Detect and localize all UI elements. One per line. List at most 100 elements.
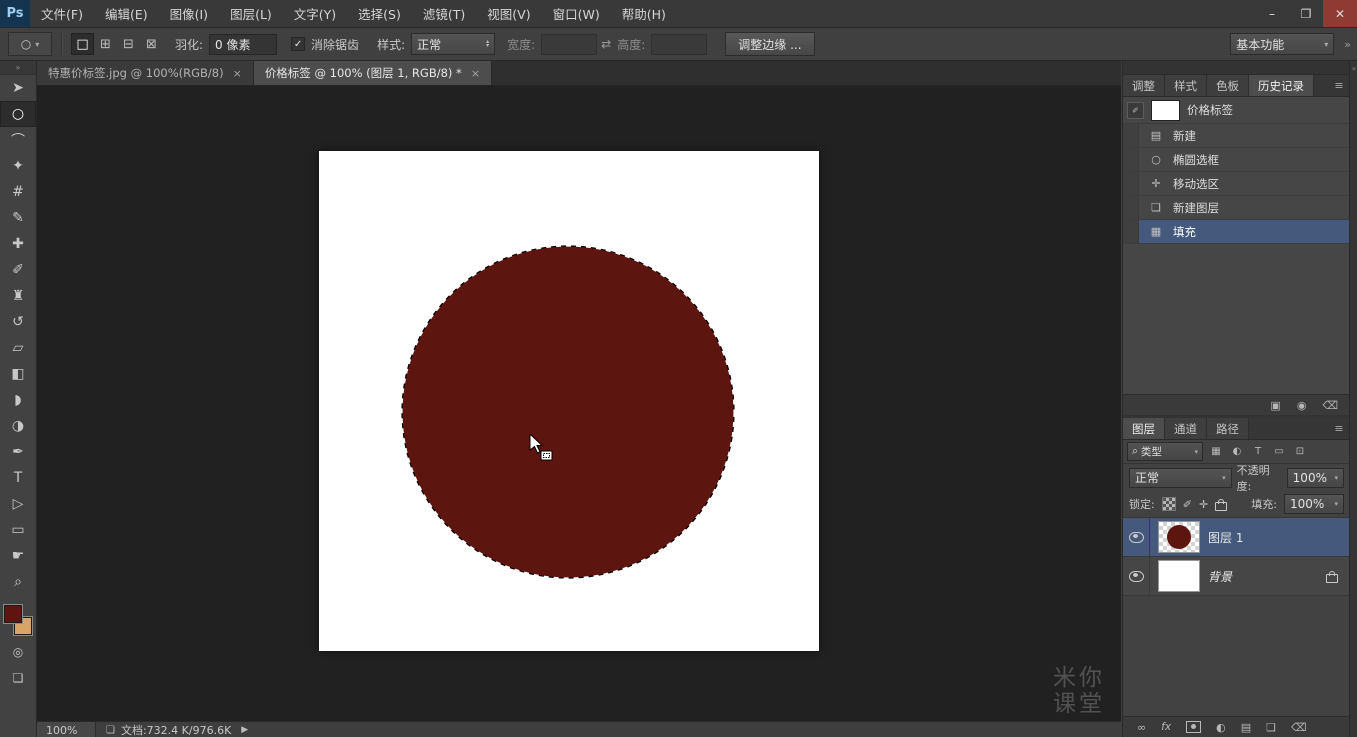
toolbar-collapse-icon[interactable]: » xyxy=(0,61,36,75)
document-tab-active[interactable]: 价格标签 @ 100% (图层 1, RGB/8) * × xyxy=(254,61,492,85)
layer-thumbnail[interactable] xyxy=(1158,521,1200,553)
lock-pixels-icon[interactable]: ✐ xyxy=(1183,498,1192,511)
history-source-checkbox[interactable] xyxy=(1123,220,1139,243)
quick-mask-button[interactable]: ◎ xyxy=(0,639,36,665)
menu-type[interactable]: 文字(Y) xyxy=(283,0,347,27)
history-source-checkbox[interactable] xyxy=(1123,172,1139,195)
layer-style-icon[interactable]: fx xyxy=(1161,721,1171,733)
tab-close-icon[interactable]: × xyxy=(471,67,480,80)
tab-layers[interactable]: 图层 xyxy=(1123,418,1165,439)
panel-menu-icon[interactable]: ≡ xyxy=(1328,418,1350,439)
tool-zoom[interactable]: ⌕ xyxy=(0,569,36,595)
foreground-color-swatch[interactable] xyxy=(4,605,22,623)
history-step-new[interactable]: ▤ 新建 xyxy=(1123,124,1350,148)
history-step-fill[interactable]: ▦ 填充 xyxy=(1123,220,1350,244)
style-dropdown[interactable]: 正常 ▴▾ xyxy=(411,33,495,55)
layer-name[interactable]: 背景 xyxy=(1208,568,1232,585)
tool-history-brush[interactable]: ↺ xyxy=(0,309,36,335)
panel-menu-icon[interactable]: ≡ xyxy=(1328,75,1350,96)
filter-shape-layers-icon[interactable]: ▭ xyxy=(1271,446,1287,457)
lock-transparency-icon[interactable] xyxy=(1162,497,1176,511)
canvas-area[interactable]: 米你 课堂 xyxy=(37,86,1121,721)
tool-path-selection[interactable]: ▷ xyxy=(0,491,36,517)
tool-type[interactable]: T xyxy=(0,465,36,491)
zoom-level-field[interactable]: 100% xyxy=(37,722,96,737)
close-button[interactable]: ✕ xyxy=(1323,0,1357,27)
document-tab-inactive[interactable]: 特惠价标签.jpg @ 100%(RGB/8) × xyxy=(37,61,254,85)
tool-eyedropper[interactable]: ✎ xyxy=(0,205,36,231)
tool-clone-stamp[interactable]: ♜ xyxy=(0,283,36,309)
add-to-selection-button[interactable]: ⊞ xyxy=(94,33,117,55)
tab-styles[interactable]: 样式 xyxy=(1165,75,1207,96)
filled-circle[interactable] xyxy=(402,246,734,578)
layer-thumbnail[interactable] xyxy=(1158,560,1200,592)
menu-image[interactable]: 图像(I) xyxy=(159,0,219,27)
menu-help[interactable]: 帮助(H) xyxy=(611,0,677,27)
tool-elliptical-marquee[interactable]: ○ xyxy=(0,101,36,127)
tool-eraser[interactable]: ▱ xyxy=(0,335,36,361)
refine-edge-button[interactable]: 调整边缘 ... xyxy=(725,32,814,56)
status-menu-arrow-icon[interactable]: ▶ xyxy=(241,725,248,735)
tool-hand[interactable]: ☛ xyxy=(0,543,36,569)
tool-rectangle[interactable]: ▭ xyxy=(0,517,36,543)
tool-quick-selection[interactable]: ✦ xyxy=(0,153,36,179)
tool-gradient[interactable]: ◧ xyxy=(0,361,36,387)
tab-paths[interactable]: 路径 xyxy=(1207,418,1249,439)
dock-edge-strip[interactable]: » xyxy=(1349,61,1357,737)
tool-crop[interactable]: # xyxy=(0,179,36,205)
intersect-selection-button[interactable]: ⊠ xyxy=(140,33,163,55)
menu-layer[interactable]: 图层(L) xyxy=(219,0,283,27)
tool-move[interactable]: ➤ xyxy=(0,75,36,101)
link-dimensions-icon[interactable]: ⇄ xyxy=(601,37,611,51)
fill-dropdown[interactable]: 100% ▾ xyxy=(1284,494,1344,514)
filter-pixel-layers-icon[interactable]: ▦ xyxy=(1208,446,1224,457)
dock-header[interactable] xyxy=(1123,61,1350,75)
delete-state-icon[interactable]: ⌫ xyxy=(1322,399,1338,412)
layer-name[interactable]: 图层 1 xyxy=(1208,529,1243,546)
new-group-icon[interactable]: ▤ xyxy=(1241,721,1251,734)
menu-window[interactable]: 窗口(W) xyxy=(542,0,611,27)
workspace-dropdown[interactable]: 基本功能 ▾ xyxy=(1230,33,1334,55)
lock-all-icon[interactable] xyxy=(1215,502,1227,511)
tab-adjustments[interactable]: 调整 xyxy=(1123,75,1165,96)
history-step-move-selection[interactable]: ✛ 移动选区 xyxy=(1123,172,1350,196)
filter-adjustment-layers-icon[interactable]: ◐ xyxy=(1229,446,1245,457)
lock-position-icon[interactable]: ✛ xyxy=(1199,498,1208,511)
dock-collapse-icon[interactable]: » xyxy=(1352,65,1356,73)
new-layer-icon[interactable]: ❏ xyxy=(1266,721,1276,734)
menu-filter[interactable]: 滤镜(T) xyxy=(412,0,476,27)
layer-row-background[interactable]: 背景 xyxy=(1123,557,1350,596)
tab-channels[interactable]: 通道 xyxy=(1165,418,1207,439)
delete-layer-icon[interactable]: ⌫ xyxy=(1291,721,1307,734)
menu-file[interactable]: 文件(F) xyxy=(30,0,94,27)
restore-button[interactable]: ❐ xyxy=(1289,0,1323,27)
history-step-elliptical-marquee[interactable]: ○ 椭圆选框 xyxy=(1123,148,1350,172)
new-document-from-state-icon[interactable]: ▣ xyxy=(1270,399,1280,412)
filter-type-dropdown[interactable]: ⌕ 类型 ▾ xyxy=(1127,442,1203,461)
history-source-checkbox[interactable] xyxy=(1123,148,1139,171)
tool-blur[interactable]: ◗ xyxy=(0,387,36,413)
history-source-checkbox[interactable] xyxy=(1123,124,1139,147)
subtract-from-selection-button[interactable]: ⊟ xyxy=(117,33,140,55)
visibility-toggle[interactable] xyxy=(1123,557,1150,595)
menu-edit[interactable]: 编辑(E) xyxy=(94,0,159,27)
opacity-dropdown[interactable]: 100% ▾ xyxy=(1287,468,1344,488)
history-step-new-layer[interactable]: ❏ 新建图层 xyxy=(1123,196,1350,220)
link-layers-icon[interactable]: ∞ xyxy=(1137,721,1146,734)
history-source-icon[interactable]: ✐ xyxy=(1127,102,1144,119)
history-source-checkbox[interactable] xyxy=(1123,196,1139,219)
feather-input[interactable]: 0 像素 xyxy=(209,34,277,55)
tool-brush[interactable]: ✐ xyxy=(0,257,36,283)
tool-dodge[interactable]: ◑ xyxy=(0,413,36,439)
new-snapshot-icon[interactable]: ◉ xyxy=(1297,399,1307,412)
tool-lasso[interactable]: ⌒ xyxy=(0,127,36,153)
tool-pen[interactable]: ✒ xyxy=(0,439,36,465)
blend-mode-dropdown[interactable]: 正常 ▾ xyxy=(1129,468,1232,488)
tab-close-icon[interactable]: × xyxy=(233,67,242,80)
options-overflow-icon[interactable]: » xyxy=(1344,38,1351,51)
document-canvas[interactable] xyxy=(319,151,819,651)
menu-select[interactable]: 选择(S) xyxy=(347,0,412,27)
menu-view[interactable]: 视图(V) xyxy=(476,0,541,27)
filter-smart-object-icon[interactable]: ⊡ xyxy=(1292,446,1308,457)
width-input[interactable] xyxy=(541,34,597,55)
